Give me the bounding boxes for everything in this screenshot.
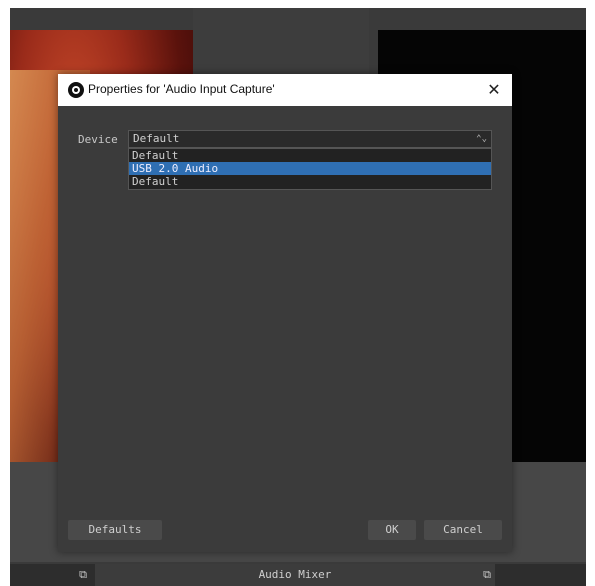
- audio-mixer-dock-title: Audio Mixer: [95, 564, 495, 586]
- close-icon[interactable]: ✕: [482, 78, 506, 102]
- dropdown-option[interactable]: Default: [129, 175, 491, 188]
- dock-float-icon[interactable]: ⧉: [76, 568, 90, 582]
- audio-mixer-label: Audio Mixer: [258, 568, 332, 581]
- dialog-title: Properties for 'Audio Input Capture': [88, 82, 275, 96]
- device-dropdown-list: Default USB 2.0 Audio Default: [128, 148, 492, 190]
- device-label: Device: [78, 133, 118, 146]
- obs-logo-icon: [68, 82, 84, 98]
- dropdown-option[interactable]: Default: [129, 149, 491, 162]
- dialog-titlebar: Properties for 'Audio Input Capture' ✕: [58, 74, 512, 106]
- device-select-value: Default: [133, 132, 180, 145]
- ok-button[interactable]: OK: [368, 520, 416, 540]
- properties-dialog: Properties for 'Audio Input Capture' ✕ D…: [58, 74, 512, 552]
- cancel-button[interactable]: Cancel: [424, 520, 502, 540]
- dock-title-bar: Audio Mixer ⧉ ⧉: [10, 564, 586, 586]
- defaults-button[interactable]: Defaults: [68, 520, 162, 540]
- chevron-updown-icon: ⌃⌄: [476, 134, 487, 144]
- dock-float-icon[interactable]: ⧉: [480, 568, 494, 582]
- dropdown-option-selected[interactable]: USB 2.0 Audio: [129, 162, 491, 175]
- device-select[interactable]: Default ⌃⌄: [128, 130, 492, 148]
